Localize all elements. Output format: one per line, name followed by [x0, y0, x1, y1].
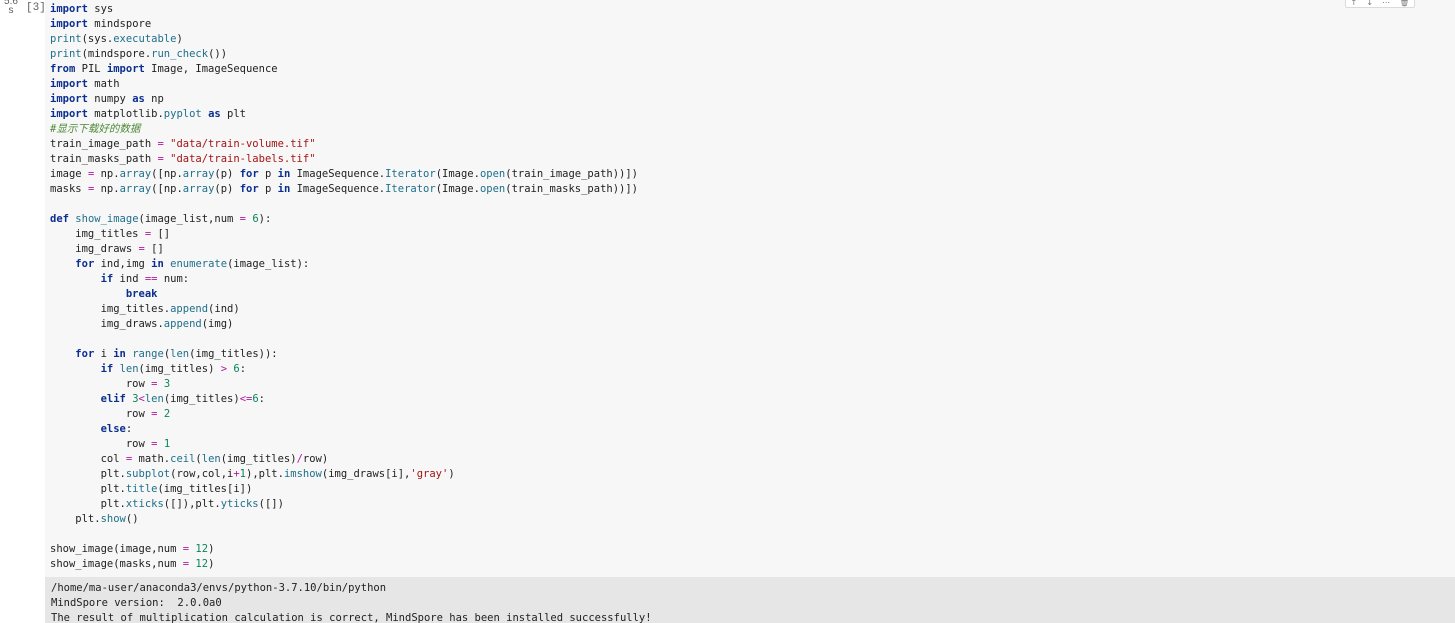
code-line: import matplotlib.pyplot as plt [50, 108, 247, 120]
cell-toolbar: ↑ ↓ ⋯ 🗑 [1345, 0, 1415, 8]
code-line: plt.show() [50, 513, 139, 525]
output-line: /home/ma-user/anaconda3/envs/python-3.7.… [51, 582, 387, 594]
code-line: print(mindspore.run_check()) [50, 48, 228, 60]
cell-output-area: /home/ma-user/anaconda3/envs/python-3.7.… [45, 577, 1455, 623]
code-text[interactable]: import sys import mindspore print(sys.exec… [50, 2, 638, 572]
code-line: break [125, 288, 158, 300]
execution-time-value: 5.6 s [4, 0, 18, 16]
code-line: img_draws.append(img) [50, 318, 234, 330]
arrow-up-icon[interactable]: ↑ [1351, 0, 1358, 7]
execution-time: 5.6 s [2, 0, 20, 16]
code-line: else: [100, 423, 133, 435]
code-line: img_titles.append(ind) [50, 303, 240, 315]
execution-count[interactable]: [3] [26, 2, 46, 14]
code-line: for i in range(len(img_titles)): [75, 348, 278, 360]
notebook-page: 5.6 s [3] ↑ ↓ ⋯ 🗑 import sys import minds… [0, 0, 1455, 623]
code-line: plt.subplot(row,col,i+1),plt.imshow(img_… [50, 468, 455, 480]
code-line: img_titles = [] [50, 228, 171, 240]
code-line: col = math.ceil(len(img_titles)/row) [50, 453, 329, 465]
output-line: MindSpore version: 2.0.0a0 [51, 597, 222, 609]
code-line: import sys [50, 3, 114, 15]
code-line: img_draws = [] [50, 243, 164, 255]
output-line: The result of multiplication calculation… [51, 612, 652, 623]
output-text: /home/ma-user/anaconda3/envs/python-3.7.… [51, 581, 652, 623]
code-line: row = 2 [50, 408, 171, 420]
code-line: masks = np.array([np.array(p) for p in I… [50, 183, 639, 195]
code-line: def show_image(image_list,num = 6): [50, 213, 272, 225]
more-icon[interactable]: ⋯ [1382, 0, 1390, 7]
code-line: plt.xticks([]),plt.yticks([]) [50, 498, 284, 510]
code-line: print(sys.executable) [50, 33, 183, 45]
code-line: elif 3<len(img_titles)<=6: [100, 393, 265, 405]
code-line: from PIL import Image, ImageSequence [50, 63, 278, 75]
code-line: show_image(masks,num = 12) [50, 558, 215, 570]
code-line: for ind,img in enumerate(image_list): [75, 258, 310, 270]
code-line: row = 3 [50, 378, 171, 390]
cell-gutter: 5.6 s [3] [0, 0, 46, 623]
code-line: train_masks_path = "data/train-labels.ti… [50, 153, 316, 165]
code-line: import numpy as np [50, 93, 164, 105]
arrow-down-icon[interactable]: ↓ [1366, 0, 1373, 7]
code-line: image = np.array([np.array(p) for p in I… [50, 168, 639, 180]
code-line: show_image(image,num = 12) [50, 543, 215, 555]
code-line: train_image_path = "data/train-volume.ti… [50, 138, 316, 150]
code-cell-editor[interactable]: ↑ ↓ ⋯ 🗑 import sys import mindspore print(… [45, 0, 1455, 577]
code-line: #显示下载好的数据 [50, 123, 141, 135]
code-line: import math [50, 78, 120, 90]
delete-icon[interactable]: 🗑 [1399, 0, 1409, 7]
code-line: if len(img_titles) > 6: [100, 363, 247, 375]
code-line: plt.title(img_titles[i]) [50, 483, 253, 495]
code-line: import mindspore [50, 18, 152, 30]
code-line: row = 1 [50, 438, 171, 450]
code-line: if ind == num: [100, 273, 190, 285]
